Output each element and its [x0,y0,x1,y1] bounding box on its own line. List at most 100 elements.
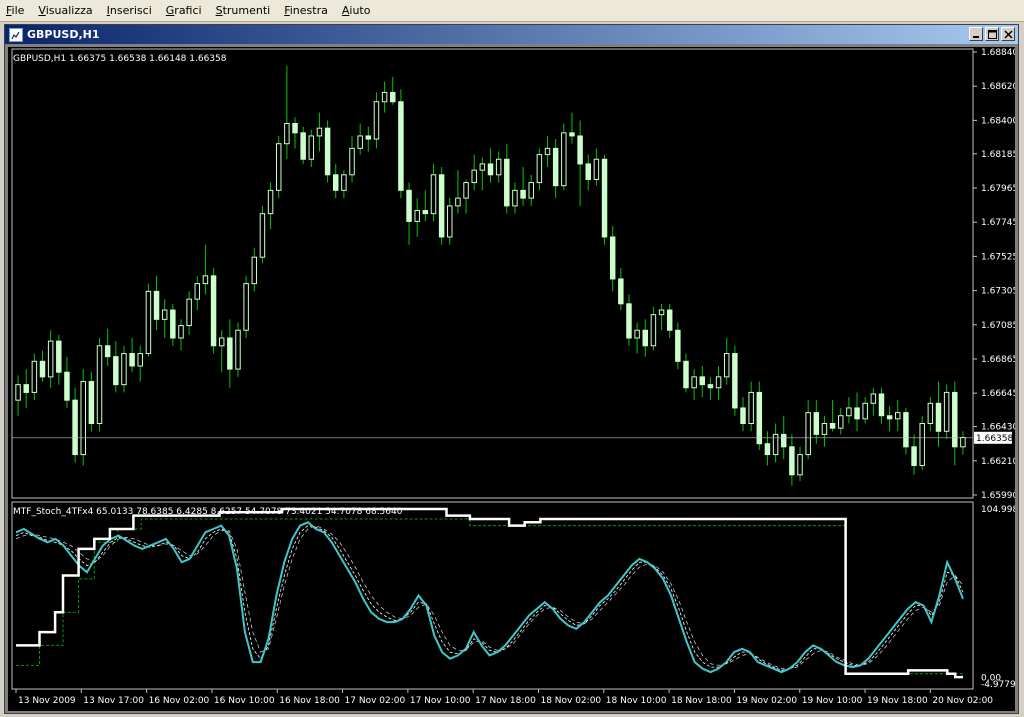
time-label: 19 Nov 18:00 [867,696,928,706]
candle [675,322,681,370]
candle [39,350,46,382]
candle [251,247,258,292]
candle [895,400,901,432]
candle [609,226,616,292]
candle [471,154,477,191]
minimize-button[interactable] [969,27,983,41]
candle [56,334,62,385]
candle [650,306,657,351]
candle [447,198,453,245]
candle [772,423,779,463]
bid-price-label: 1.66358 [976,434,1013,444]
price-label: 1.68400 [981,116,1015,126]
chart-area[interactable]: 1.66358 1.68840 1.68620 1.68400 1.68185 1.67… [8,47,1015,711]
candle [332,163,339,199]
menu-grafici[interactable]: Grafici [160,4,210,17]
main-chart-header: GBPUSD,H1 1.66375 1.66538 1.66148 1.6635… [13,54,227,64]
candle [398,89,404,199]
candle [764,431,771,466]
candle [732,345,738,416]
candle [308,129,315,168]
candle [805,400,811,460]
candles [15,65,966,486]
time-label: 18 Nov 02:00 [540,696,601,706]
time-label: 17 Nov 02:00 [345,696,406,706]
menu-strumenti[interactable]: Strumenti [210,4,279,17]
menu-aiuto[interactable]: Aiuto [336,4,379,17]
candle [935,381,942,447]
candle [422,190,429,222]
candle [104,328,111,366]
candle [504,143,510,214]
candle [357,123,363,155]
candle [430,163,437,222]
price-label: 1.65990 [981,491,1015,501]
stoch-signal2-line [15,525,964,670]
candle [170,303,176,346]
price-label: 1.68840 [981,48,1015,58]
candle [618,268,624,311]
time-label: 16 Nov 10:00 [214,696,275,706]
price-label: 1.67085 [981,321,1015,331]
candle [666,303,673,339]
candle [243,275,249,339]
candle [275,135,282,199]
candle [202,244,209,295]
menu-file[interactable]: File [0,4,32,17]
candle [585,154,591,191]
candle [292,117,298,149]
candle [748,381,754,432]
chart-window-titlebar[interactable]: GBPUSD,H1 [5,25,1018,44]
candle [626,294,632,346]
candle [829,400,836,432]
candle [715,365,722,401]
candle [210,268,217,354]
menu-finestra[interactable]: Finestra [278,4,336,17]
candle [300,126,306,164]
candle [952,381,958,466]
candle [797,446,803,482]
candle [438,167,445,245]
candle [552,139,559,199]
indicator-axis: 104.99890.00-4.9779 [981,505,1015,690]
candle [72,387,78,463]
window-controls [969,27,1015,41]
candle [137,345,143,382]
candle [528,174,534,206]
candle [284,65,290,160]
candle [838,407,844,435]
restore-icon [987,29,997,39]
candle [723,338,730,385]
close-button[interactable] [1001,27,1015,41]
minimize-icon [972,35,979,38]
candle [642,319,649,357]
indicator-lines [15,507,964,679]
price-label: 1.67305 [981,287,1015,297]
candle [495,151,502,183]
price-label: 1.66865 [981,355,1015,365]
candle [577,120,583,206]
candle [569,112,575,144]
price-label: 1.68620 [981,82,1015,92]
candle [520,167,526,206]
time-label: 19 Nov 10:00 [802,696,863,706]
restore-button[interactable] [985,27,999,41]
candle [455,170,461,214]
candle [129,338,135,373]
price-label: 1.66210 [981,457,1015,467]
time-label: 18 Nov 18:00 [671,696,732,706]
time-axis: 13 Nov 2009 13 Nov 17:00 16 Nov 02:00 16 No… [15,689,993,706]
candle [113,341,119,393]
time-label: 16 Nov 18:00 [279,696,340,706]
candle [145,283,152,357]
menu-inserisci[interactable]: Inserisci [101,4,160,17]
candle [919,415,925,471]
candle [601,154,608,245]
candle [870,387,877,416]
chart-window-icon [9,27,23,42]
menu-visualizza[interactable]: Visualizza [32,4,100,17]
chart-canvas[interactable]: 1.66358 1.68840 1.68620 1.68400 1.68185 1.67… [8,47,1015,711]
candle [927,397,934,432]
candle [341,170,347,199]
candle [373,92,380,149]
